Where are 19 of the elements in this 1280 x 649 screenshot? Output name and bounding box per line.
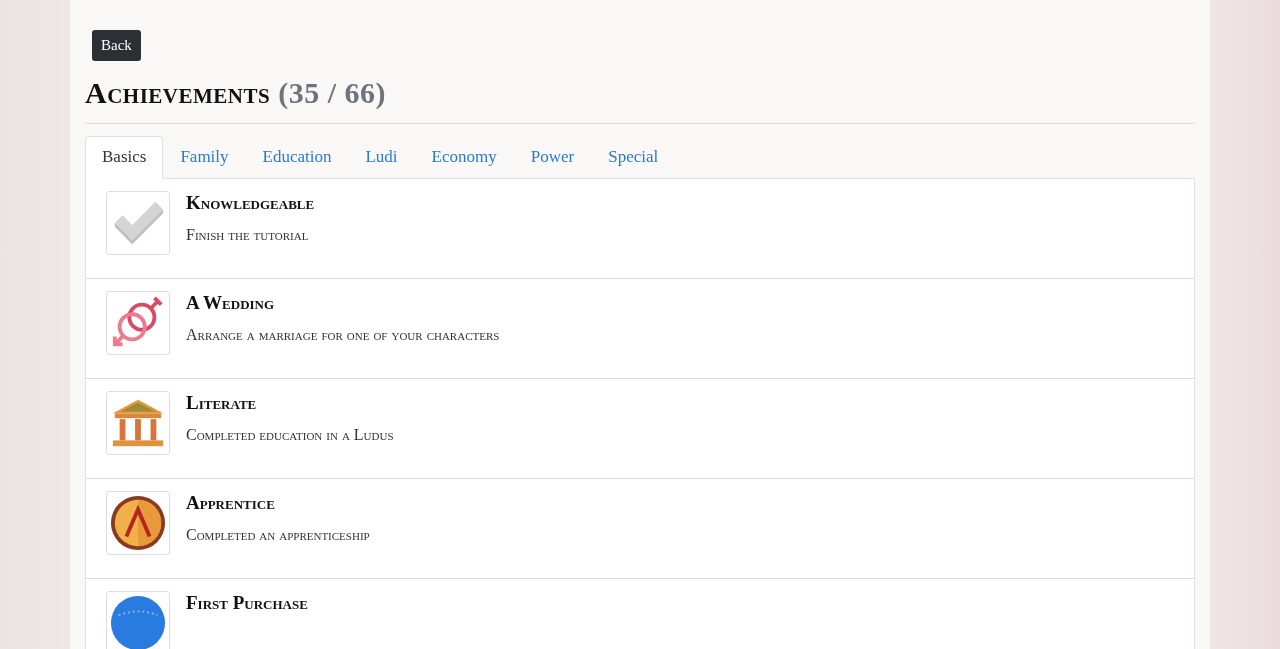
tab[interactable]: Special — [591, 136, 676, 179]
tab[interactable]: Economy — [414, 136, 514, 179]
achievement-title: First Purchase — [186, 591, 308, 615]
achievement-description: Completed an apprenticeship — [186, 525, 370, 545]
achievement-title: Apprentice — [186, 491, 276, 515]
achievement-count: (35 / 66) — [278, 76, 387, 109]
achievement-description: Finish the tutorial — [186, 225, 310, 245]
achievement-description: Completed education in a Ludus — [186, 425, 394, 445]
tab[interactable]: Power — [513, 136, 592, 179]
page-title: Achievements — [85, 76, 271, 109]
tab[interactable]: Education — [245, 136, 349, 179]
back-button[interactable]: Back — [92, 30, 141, 61]
achievement-title: Literate — [186, 391, 258, 415]
tab[interactable]: Family — [163, 136, 246, 179]
achievement-title: A Wedding — [186, 291, 276, 315]
achievement-title: Knowledgeable — [186, 191, 315, 215]
achievement-description: Arrange a marriage for one of your characters — [186, 325, 500, 345]
tab[interactable]: Ludi — [348, 136, 415, 179]
tab[interactable]: Basics — [85, 136, 164, 179]
